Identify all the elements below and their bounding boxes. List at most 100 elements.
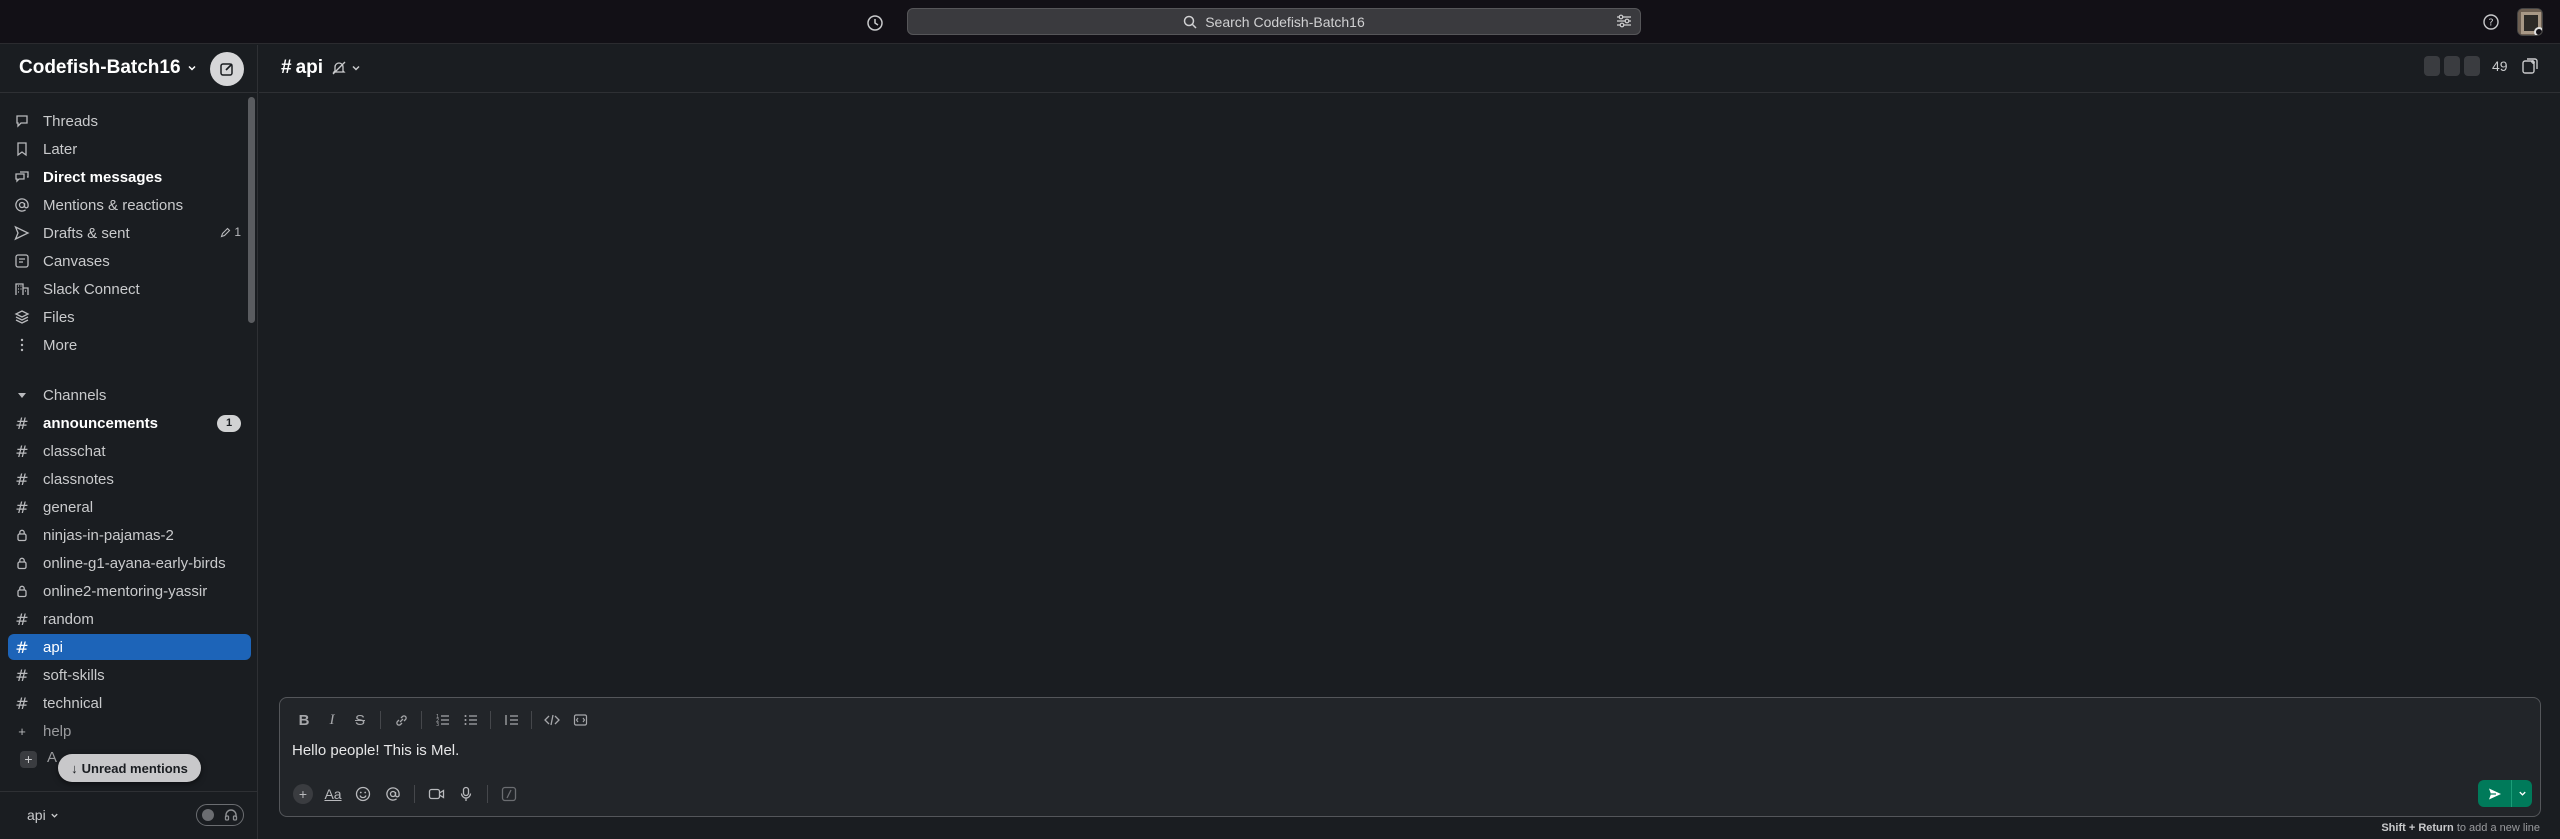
channel-name: general xyxy=(43,498,94,516)
message-composer[interactable]: B I S 123 Hello people! This is Mel. + A… xyxy=(279,697,2541,817)
link-icon[interactable] xyxy=(387,706,415,734)
code-block-icon[interactable] xyxy=(566,706,594,734)
channel-item-random[interactable]: # random xyxy=(8,606,251,632)
search-filter-icon[interactable] xyxy=(1616,14,1632,28)
channel-name: help xyxy=(43,722,72,740)
slash-command-icon[interactable] xyxy=(494,779,524,809)
sidebar-item-label: Files xyxy=(43,308,75,326)
caret-down-icon xyxy=(10,390,34,400)
channel-item-classchat[interactable]: # classchat xyxy=(8,438,251,464)
blockquote-icon[interactable] xyxy=(497,706,525,734)
unread-badge: 1 xyxy=(217,415,241,432)
plus-icon: + xyxy=(18,723,26,739)
sidebar-item-label: Slack Connect xyxy=(43,280,140,298)
channel-item-online-g1-ayana-early-birds[interactable]: online-g1-ayana-early-birds xyxy=(8,550,251,576)
ordered-list-icon[interactable]: 123 xyxy=(428,706,456,734)
italic-icon[interactable]: I xyxy=(318,706,346,734)
notifications-off-icon xyxy=(331,60,347,76)
slack-app: Search Codefish-Batch16 ? Codefish-Batch… xyxy=(0,0,2560,839)
history-button[interactable] xyxy=(864,12,886,34)
channel-name: ninjas-in-pajamas-2 xyxy=(43,526,174,544)
channel-item-online2-mentoring-yassir[interactable]: online2-mentoring-yassir xyxy=(8,578,251,604)
channels-section-header[interactable]: Channels xyxy=(8,382,251,408)
channel-item-ninjas-in-pajamas-2[interactable]: ninjas-in-pajamas-2 xyxy=(8,522,251,548)
channel-item-help[interactable]: + help xyxy=(8,718,251,744)
attach-plus-icon[interactable]: + xyxy=(288,779,318,809)
sidebar-item-label: Later xyxy=(43,140,78,158)
code-icon[interactable] xyxy=(538,706,566,734)
top-bar: Search Codefish-Batch16 ? xyxy=(0,0,2560,44)
sidebar-item-label: Drafts & sent xyxy=(43,224,130,242)
arrow-down-icon: ↓ xyxy=(71,760,78,776)
hash-icon: # xyxy=(15,413,29,433)
bulleted-list-icon[interactable] xyxy=(456,706,484,734)
format-text-icon[interactable]: Aa xyxy=(318,779,348,809)
emoji-icon[interactable] xyxy=(348,779,378,809)
toolbar-divider xyxy=(421,711,422,729)
channel-item-technical[interactable]: # technical xyxy=(8,690,251,716)
channel-item-soft-skills[interactable]: # soft-skills xyxy=(8,662,251,688)
huddle-toggle[interactable] xyxy=(196,804,244,826)
sidebar-item-drafts-sent[interactable]: Drafts & sent 1 xyxy=(8,220,251,246)
message-input[interactable]: Hello people! This is Mel. xyxy=(292,742,459,759)
channel-name: online-g1-ayana-early-birds xyxy=(43,554,226,572)
workspace-header: Codefish-Batch16 xyxy=(0,45,258,93)
channel-name: classchat xyxy=(43,442,106,460)
channel-item-classnotes[interactable]: # classnotes xyxy=(8,466,251,492)
channel-name: technical xyxy=(43,694,103,712)
chevron-down-icon xyxy=(50,811,59,820)
sidebar-scrollbar[interactable] xyxy=(248,97,255,323)
search-bar[interactable]: Search Codefish-Batch16 xyxy=(907,8,1641,35)
add-channel-plus-icon[interactable]: + xyxy=(20,751,37,768)
threads-icon xyxy=(10,113,34,129)
lock-icon xyxy=(10,528,34,542)
unread-mentions-button[interactable]: ↓ Unread mentions xyxy=(58,754,201,782)
channel-item-api[interactable]: # api xyxy=(8,634,251,660)
sidebar-item-slack-connect[interactable]: Slack Connect xyxy=(8,276,251,302)
bold-icon[interactable]: B xyxy=(290,706,318,734)
channel-name: announcements xyxy=(43,414,159,432)
bookmark-icon xyxy=(10,141,34,157)
help-button[interactable]: ? xyxy=(2480,11,2502,33)
strikethrough-icon[interactable]: S xyxy=(346,706,374,734)
user-avatar[interactable] xyxy=(2517,8,2543,36)
sidebar-item-direct-messages[interactable]: Direct messages xyxy=(8,164,251,190)
drafts-count-value: 1 xyxy=(234,225,241,239)
sidebar-item-more[interactable]: More xyxy=(8,332,251,358)
hash-icon: # xyxy=(281,57,292,78)
drafts-count: 1 xyxy=(220,225,241,239)
members-button[interactable]: 49 xyxy=(2424,56,2508,76)
main-pane: # api 49 B I S 1 2 3 Hello people! This … xyxy=(259,45,2560,839)
sidebar-item-threads[interactable]: Threads xyxy=(8,108,251,134)
canvas-button[interactable] xyxy=(2521,57,2539,75)
footer-workspace-switcher[interactable]: api xyxy=(27,807,59,823)
send-icon[interactable] xyxy=(2478,780,2512,807)
presence-status-icon xyxy=(2534,27,2542,35)
toolbar-divider xyxy=(490,711,491,729)
lock-icon xyxy=(10,556,34,570)
video-clip-icon[interactable] xyxy=(421,779,451,809)
files-icon xyxy=(10,309,34,325)
channel-title-button[interactable]: # api xyxy=(281,57,361,79)
channel-item-announcements[interactable]: # announcements 1 xyxy=(8,410,251,436)
sidebar: Codefish-Batch16 Threads Later Direct mess… xyxy=(0,45,258,839)
channel-item-general[interactable]: # general xyxy=(8,494,251,520)
microphone-icon[interactable] xyxy=(451,779,481,809)
hash-icon: # xyxy=(15,441,29,461)
sidebar-item-mentions-reactions[interactable]: Mentions & reactions xyxy=(8,192,251,218)
sidebar-item-canvases[interactable]: Canvases xyxy=(8,248,251,274)
search-placeholder: Search Codefish-Batch16 xyxy=(1205,13,1365,30)
sidebar-item-files[interactable]: Files xyxy=(8,304,251,330)
search-icon xyxy=(1183,15,1197,29)
compose-button[interactable] xyxy=(210,52,244,86)
send-button[interactable] xyxy=(2478,780,2532,807)
channel-name: api xyxy=(295,57,324,78)
schedule-send-chevron-icon[interactable] xyxy=(2512,780,2532,807)
more-vertical-icon xyxy=(10,337,34,353)
unread-mentions-label: Unread mentions xyxy=(81,760,188,776)
history-clock-icon xyxy=(866,14,884,32)
sidebar-item-later[interactable]: Later xyxy=(8,136,251,162)
member-avatar xyxy=(2464,56,2480,76)
workspace-menu[interactable]: Codefish-Batch16 xyxy=(19,57,197,79)
mention-icon[interactable] xyxy=(378,779,408,809)
